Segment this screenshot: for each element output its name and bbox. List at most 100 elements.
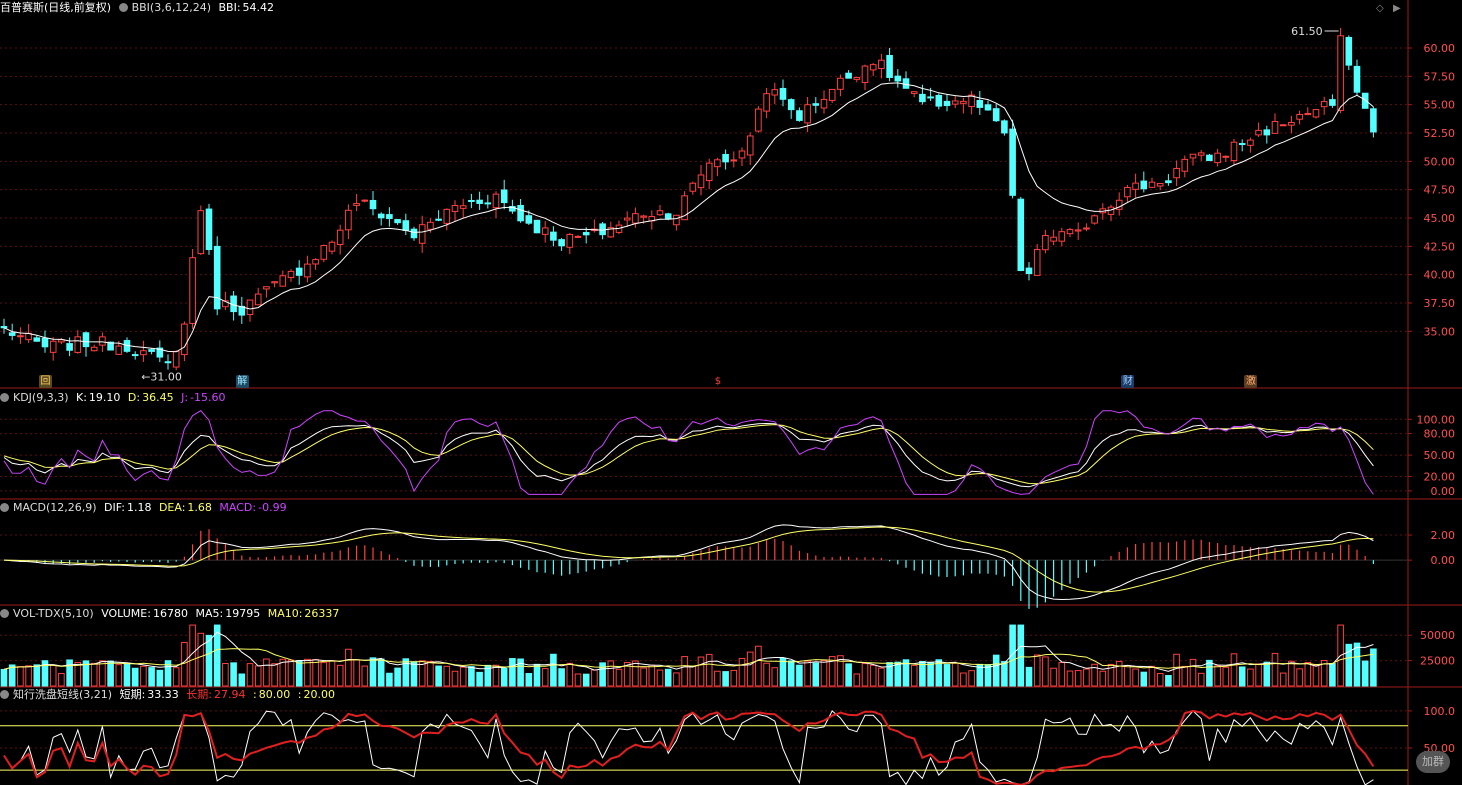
candle-down [812, 103, 820, 106]
bbi-indicator-name[interactable]: BBI(3,6,12,24) [132, 1, 211, 14]
candle-up [328, 241, 336, 252]
event-marker-incentive[interactable]: 激 [1244, 375, 1258, 388]
volume-bar-down [599, 662, 606, 687]
event-marker-review[interactable]: 回 [39, 375, 52, 388]
volume-bar-up [853, 673, 861, 687]
macd-dea-value: 1.68 [187, 501, 212, 514]
volume-bar-down [1017, 624, 1025, 687]
volume-bar-up [591, 669, 598, 687]
candle-up [1132, 182, 1139, 190]
candle-up [115, 345, 123, 355]
event-marker-dividend[interactable]: $ [711, 375, 724, 388]
volume-bar-down [377, 658, 385, 687]
wash-h1-value: 80.00 [258, 688, 291, 701]
scroll-arrow-icon[interactable]: ▶ [1393, 3, 1401, 14]
candle-down [33, 337, 41, 342]
candle-down [41, 337, 49, 348]
volume-bar-down [1206, 659, 1213, 687]
candle-up [1214, 152, 1221, 164]
volume-bar-up [336, 664, 344, 687]
watermark: 加群 [1416, 751, 1450, 773]
volume-bar-up [353, 659, 360, 687]
volume-bar-up [738, 657, 746, 687]
macd-indicator-name[interactable]: MACD(12,26,9) [13, 501, 97, 514]
volume-bar-down [1001, 661, 1008, 687]
candle-up [99, 336, 106, 346]
circle-chevron-icon[interactable] [0, 690, 9, 699]
volume-bar-up [58, 673, 65, 687]
volume-bar-up [312, 659, 319, 687]
kdj-k-line [3, 422, 1374, 488]
candle-up [1197, 152, 1205, 156]
event-marker-unlock[interactable]: 解 [235, 375, 249, 388]
candle-up [828, 88, 836, 101]
volume-bar-down [1353, 642, 1361, 687]
volume-bar-up [541, 668, 549, 687]
candle-up [140, 350, 147, 356]
volume-bar-down [369, 657, 377, 687]
diamond-icon[interactable]: ◇ [1376, 3, 1384, 14]
candle-up [263, 286, 270, 290]
volume-bar-up [1197, 672, 1205, 687]
candle-up [287, 270, 295, 279]
volume-bar-up [1279, 672, 1287, 687]
candle-up [730, 159, 738, 162]
kdj-indicator-name[interactable]: KDJ(9,3,3) [13, 391, 69, 404]
volume-bar-up [1230, 653, 1238, 687]
volume-bar-up [1222, 666, 1230, 687]
candle-up [804, 104, 811, 124]
candle-up [746, 135, 754, 156]
circle-chevron-icon[interactable] [0, 609, 9, 618]
wash-indicator-name[interactable]: 知行洗盘短线(3,21) [13, 688, 112, 701]
candle-up [1050, 236, 1057, 242]
kdj-j-value: -15.60 [190, 391, 226, 404]
volume-bar-down [238, 673, 246, 687]
candle-up [279, 275, 287, 287]
candle-up [960, 100, 967, 104]
candle-down [1001, 120, 1008, 134]
candle-up [345, 209, 352, 231]
kdj-tick-label: 50.00 [1424, 449, 1456, 462]
volume-bar-up [172, 667, 180, 687]
main-tick-label: 42.50 [1424, 240, 1456, 253]
candle-down [295, 267, 303, 276]
candle-down [533, 219, 541, 234]
volume-bar-down [533, 663, 541, 687]
candle-up [443, 208, 451, 224]
main-tick-label: 40.00 [1424, 269, 1456, 282]
candle-down [164, 361, 172, 364]
candle-up [1124, 186, 1131, 198]
candle-down [664, 213, 672, 220]
circle-chevron-icon[interactable] [0, 503, 9, 512]
main-tick-label: 57.50 [1424, 70, 1456, 83]
volume-bar-up [878, 667, 885, 687]
event-marker-finance[interactable]: 财 [1121, 375, 1135, 388]
volume-bar-up [869, 664, 877, 687]
volume-bar-up [771, 667, 779, 687]
volume-bar-down [525, 672, 533, 687]
volume-bar-down [1025, 666, 1033, 687]
candle-up [459, 205, 467, 209]
candle-up [541, 227, 549, 235]
vol-volume-label: VOLUME: [101, 607, 151, 620]
candle-up [1296, 113, 1303, 120]
volume-bar-up [1181, 665, 1189, 687]
circle-chevron-icon[interactable] [0, 393, 9, 402]
candle-up [1320, 101, 1328, 108]
volume-bar-up [345, 648, 352, 687]
candle-down [500, 189, 508, 204]
candle-down [205, 208, 213, 250]
volume-bar-down [131, 667, 139, 687]
kdj-d-value: 36.45 [142, 391, 174, 404]
vol-indicator-name[interactable]: VOL-TDX(5,10) [13, 607, 94, 620]
candle-up [1181, 158, 1189, 172]
macd-panel-header: MACD(12,26,9) DIF: 1.18 DEA: 1.68 MACD: -0.… [0, 501, 291, 515]
volume-bar-up [697, 656, 705, 687]
candle-down [1345, 36, 1353, 66]
volume-bar-up [861, 663, 869, 687]
volume-bar-down [295, 660, 303, 687]
circle-chevron-icon[interactable] [118, 3, 128, 12]
wash-tick-label: 100.0 [1424, 705, 1456, 718]
wash-short-label: 短期: [119, 688, 146, 701]
candle-down [484, 202, 492, 205]
